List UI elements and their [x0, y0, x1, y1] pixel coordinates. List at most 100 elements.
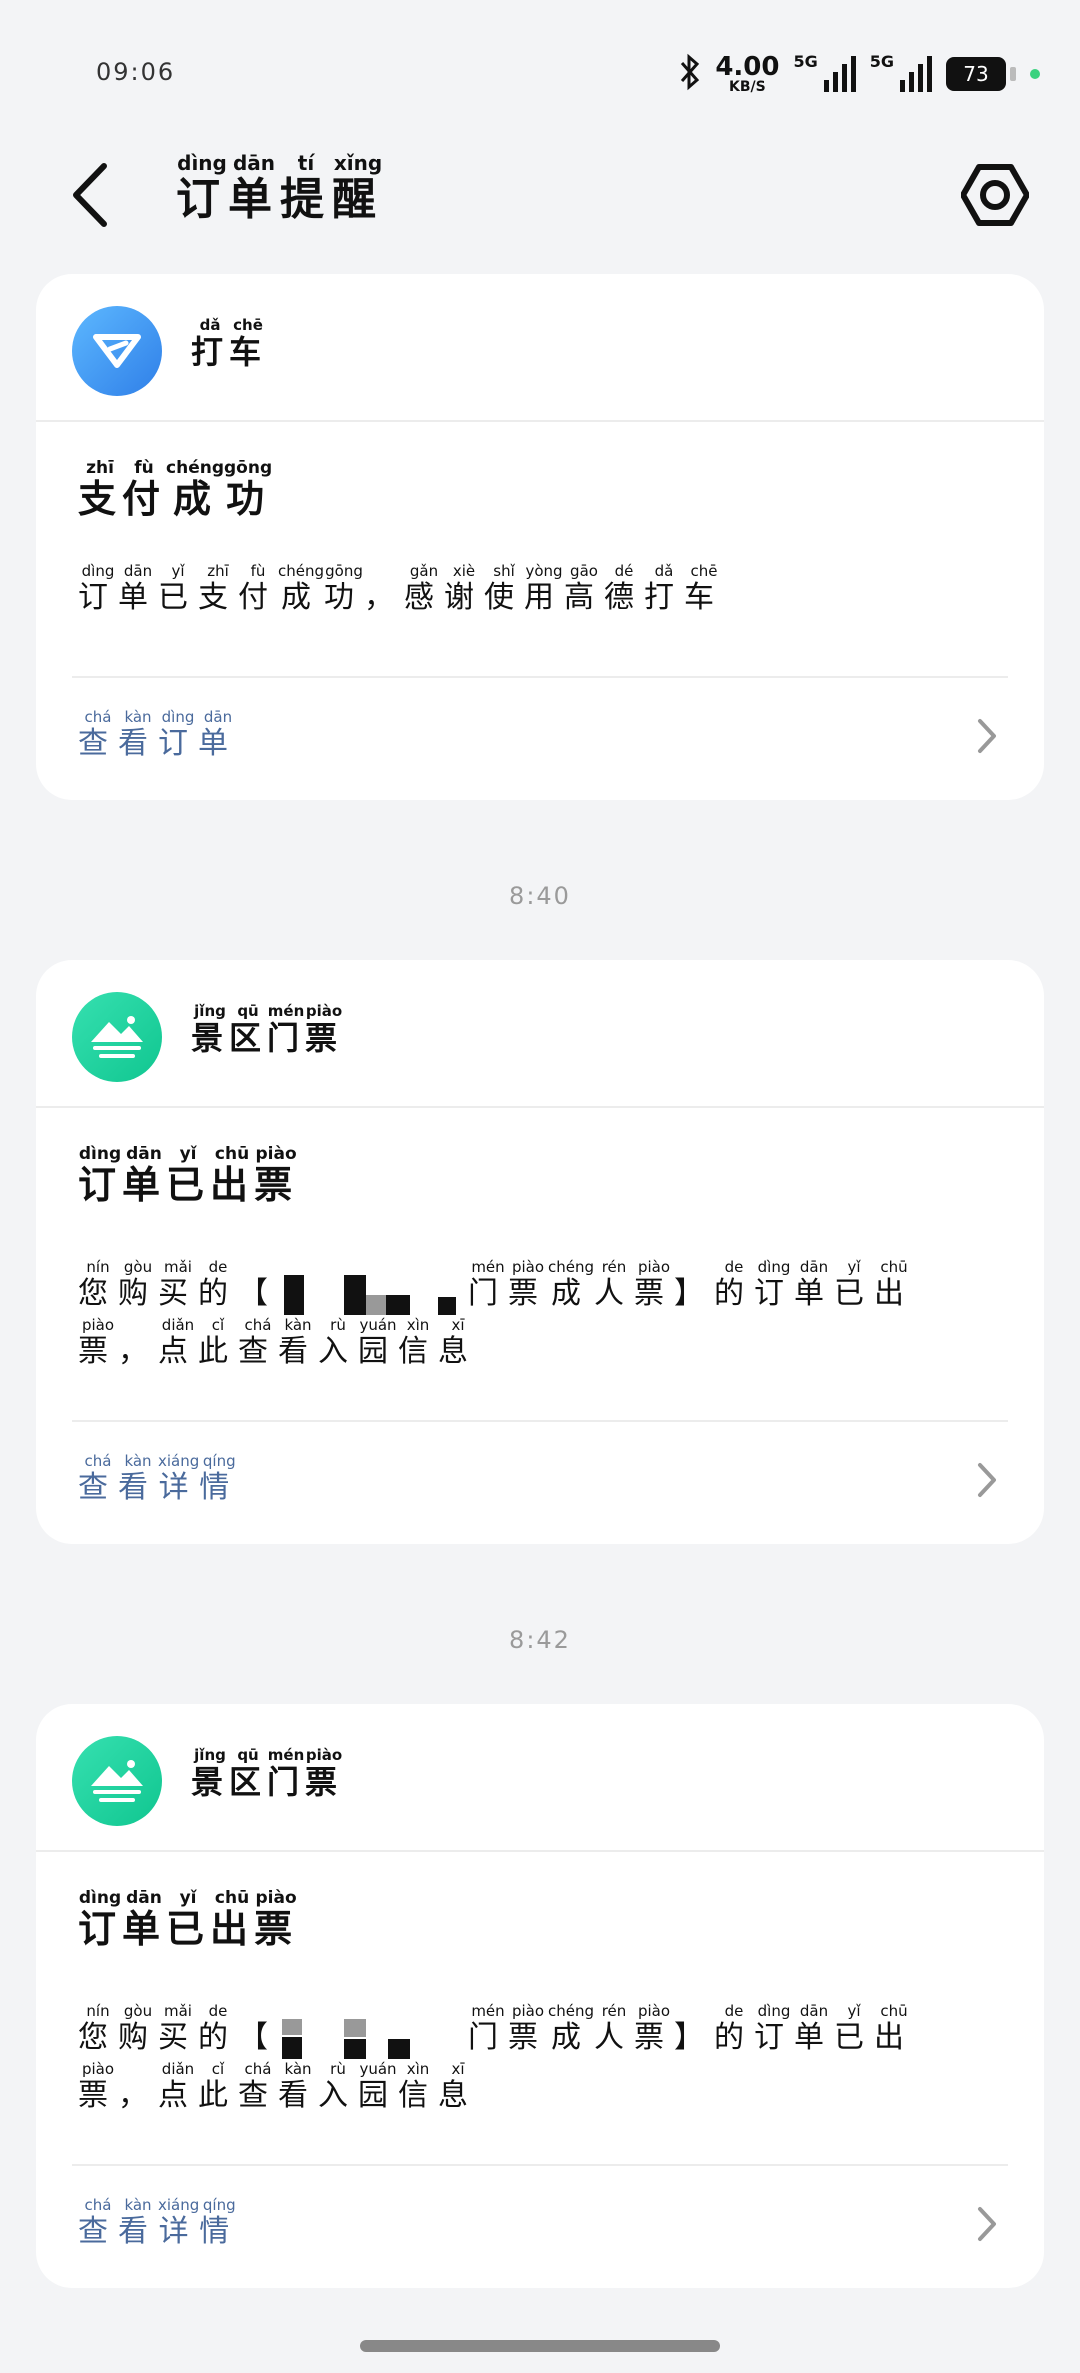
app-name: 景jǐng区qū门mén票piào	[191, 1002, 344, 1059]
hanzi-char: 单dān	[228, 151, 280, 225]
hanzi-char: 查chá	[78, 1452, 118, 1505]
message-body: 您nín购gòu买mǎi的de【 门mén票piào成chéng人rén票pià…	[78, 2002, 998, 2125]
hanzi-char: 此cǐ	[198, 1316, 238, 1369]
hanzi-char: 信xìn	[398, 1316, 438, 1369]
chevron-left-icon	[73, 163, 107, 227]
status-bar: 09:06 4.00 KB/S 5G 5G 73	[0, 0, 1080, 140]
hanzi-char: 】	[674, 1276, 714, 1311]
hanzi-char: 门mén	[468, 1258, 508, 1311]
hanzi-char: 票piào	[634, 2002, 674, 2055]
view-details-link[interactable]: 查chá看kàn详xiáng情qíng	[78, 2196, 240, 2250]
hanzi-char: 人rén	[594, 1258, 634, 1311]
view-order-link[interactable]: 查chá看kàn订dìng单dān	[78, 708, 238, 762]
card-header: 景jǐng区qū门mén票piào	[36, 1704, 1044, 1852]
hanzi-char: ，	[118, 1334, 158, 1369]
header: 订dìng单dān提tí醒xǐng	[0, 140, 1080, 260]
hanzi-char: 订dìng	[78, 562, 118, 615]
divider	[72, 2164, 1008, 2166]
hanzi-char: 看kàn	[278, 2060, 318, 2113]
hanzi-char: 出chū	[210, 1888, 255, 1951]
hanzi-char: 订dìng	[754, 2002, 794, 2055]
notification-card[interactable]: 打dǎ车chē 支zhī付fù成chéng功gōng 订dìng单dān已yǐ支…	[36, 274, 1044, 800]
hanzi-char: 查chá	[78, 2196, 118, 2249]
hanzi-char: 情qíng	[199, 2196, 240, 2249]
hanzi-char: 车chē	[229, 316, 268, 371]
scenic-app-icon	[72, 992, 162, 1082]
hanzi-char: 的de	[198, 1258, 238, 1311]
hanzi-char: 功gōng	[324, 562, 364, 615]
hanzi-char: 票piào	[254, 1144, 299, 1207]
hanzi-char: 票piào	[305, 1746, 344, 1801]
hanzi-char: 门mén	[267, 1746, 306, 1801]
hanzi-char: 成chéng	[278, 562, 325, 615]
hanzi-char: 功gōng	[224, 458, 273, 521]
signal-icon-2	[900, 56, 932, 92]
hanzi-char: ，	[364, 580, 404, 615]
hanzi-char: 出chū	[210, 1144, 255, 1207]
hanzi-char: 查chá	[78, 708, 118, 761]
hanzi-char: 景jǐng	[191, 1002, 230, 1057]
settings-button[interactable]	[950, 150, 1040, 240]
divider	[72, 676, 1008, 678]
hanzi-char: 提tí	[280, 151, 332, 225]
hanzi-char: 买mǎi	[158, 2002, 198, 2055]
hanzi-char: 票piào	[78, 1316, 118, 1369]
hanzi-char: 订dìng	[158, 708, 198, 761]
net-type-1: 5G	[793, 52, 818, 71]
home-indicator[interactable]	[360, 2340, 720, 2352]
chevron-right-icon[interactable]	[972, 2204, 1002, 2244]
hanzi-char: 园yuán	[358, 2060, 398, 2113]
hanzi-char: 打dǎ	[191, 316, 230, 371]
hanzi-char: 订dìng	[176, 151, 228, 225]
hanzi-char: 点diǎn	[158, 1316, 198, 1369]
view-details-link[interactable]: 查chá看kàn详xiáng情qíng	[78, 1452, 240, 1506]
taxi-app-icon	[72, 306, 162, 396]
hanzi-char: 订dìng	[78, 1888, 123, 1951]
hanzi-char: 区qū	[229, 1746, 268, 1801]
hanzi-char: 的de	[198, 2002, 238, 2055]
hanzi-char: 打dǎ	[644, 562, 684, 615]
notification-card[interactable]: 景jǐng区qū门mén票piào 订dìng单dān已yǐ出chū票piào …	[36, 960, 1044, 1544]
chevron-right-icon[interactable]	[972, 1460, 1002, 1500]
hanzi-char: 单dān	[794, 2002, 834, 2055]
hanzi-char: 高gāo	[564, 562, 604, 615]
app-name: 打dǎ车chē	[191, 316, 268, 373]
hanzi-char: 付fù	[122, 458, 167, 521]
back-button[interactable]	[60, 150, 120, 240]
settings-icon	[961, 164, 1029, 226]
hanzi-char: 查chá	[238, 2060, 278, 2113]
hanzi-char: 票piào	[78, 2060, 118, 2113]
hanzi-char: 醒xǐng	[332, 151, 384, 225]
hanzi-char: 信xìn	[398, 2060, 438, 2113]
hanzi-char: 情qíng	[199, 1452, 240, 1505]
hanzi-char: 德dé	[604, 562, 644, 615]
hanzi-char: 出chū	[874, 1258, 914, 1311]
chevron-right-icon[interactable]	[972, 716, 1002, 756]
hanzi-char: 息xī	[438, 2060, 478, 2113]
message-title: 支zhī付fù成chéng功gōng	[78, 458, 273, 523]
hanzi-char: 支zhī	[198, 562, 238, 615]
hanzi-char: 付fù	[238, 562, 278, 615]
hanzi-char: 门mén	[468, 2002, 508, 2055]
message-title: 订dìng单dān已yǐ出chū票piào	[78, 1888, 298, 1953]
hanzi-char: 看kàn	[118, 1452, 158, 1505]
notification-card[interactable]: 景jǐng区qū门mén票piào 订dìng单dān已yǐ出chū票piào …	[36, 1704, 1044, 2288]
hanzi-char: 用yòng	[524, 562, 564, 615]
hanzi-char: 查chá	[238, 1316, 278, 1369]
hanzi-char: 票piào	[508, 1258, 548, 1311]
hanzi-char: 谢xiè	[444, 562, 484, 615]
hanzi-char: 使shǐ	[484, 562, 524, 615]
hanzi-char: 人rén	[594, 2002, 634, 2055]
hanzi-char: 入rù	[318, 2060, 358, 2113]
hanzi-char: 息xī	[438, 1316, 478, 1369]
hanzi-char: 【	[238, 1276, 278, 1311]
status-icons: 4.00 KB/S 5G 5G 73	[679, 52, 1040, 96]
timestamp: 8:40	[509, 882, 571, 910]
hanzi-char: 感gǎn	[404, 562, 444, 615]
hanzi-char: 车chē	[684, 562, 724, 615]
hanzi-char: 票piào	[305, 1002, 344, 1057]
hanzi-char: 【	[238, 2020, 278, 2055]
hanzi-char: 单dān	[122, 1144, 167, 1207]
timestamp: 8:42	[509, 1626, 571, 1654]
hanzi-char: 单dān	[198, 708, 238, 761]
